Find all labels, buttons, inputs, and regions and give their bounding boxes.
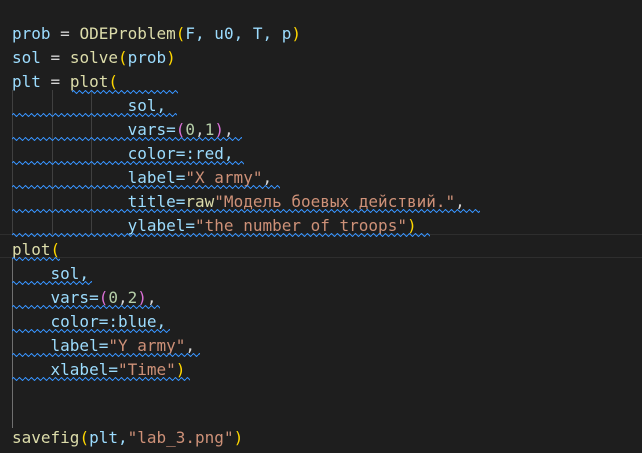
token-bracket: ( bbox=[175, 24, 186, 43]
token-variable: prob bbox=[12, 24, 51, 43]
token-args: prob bbox=[127, 48, 167, 67]
token-function: ODEProblem bbox=[79, 24, 176, 43]
code-line-1[interactable]: prob = ODEProblem(F, u0, T, p) bbox=[12, 22, 301, 46]
lint-squiggle bbox=[12, 113, 177, 117]
code-line-18[interactable]: savefig(plt,"lab_3.png") bbox=[12, 426, 243, 450]
token-bracket: ) bbox=[166, 48, 176, 67]
lint-squiggle bbox=[12, 377, 190, 381]
token-function: plot bbox=[69, 72, 109, 91]
token-args: plt, bbox=[89, 428, 128, 447]
token-bracket: ( bbox=[117, 48, 128, 67]
token-bracket: ) bbox=[291, 24, 302, 43]
token-bracket: ( bbox=[108, 72, 118, 91]
lint-squiggle bbox=[12, 137, 242, 141]
token-operator: = bbox=[40, 48, 70, 67]
token-bracket: ) bbox=[233, 428, 244, 447]
token-function: solve bbox=[69, 48, 118, 67]
lint-squiggle bbox=[12, 185, 280, 189]
token-function: savefig bbox=[12, 428, 80, 447]
lint-squiggle bbox=[12, 161, 244, 165]
lint-squiggle bbox=[12, 281, 92, 285]
token-operator: = bbox=[50, 24, 80, 43]
code-line-2[interactable]: sol = solve(prob) bbox=[12, 46, 176, 70]
token-variable: plt bbox=[12, 72, 41, 91]
code-editor[interactable]: prob = ODEProblem(F, u0, T, p) sol = sol… bbox=[0, 0, 642, 453]
lint-squiggle bbox=[12, 257, 60, 261]
lint-squiggle bbox=[12, 305, 160, 309]
token-bracket: ( bbox=[79, 428, 90, 447]
lint-squiggle bbox=[12, 353, 200, 357]
lint-squiggle bbox=[12, 329, 170, 333]
token-variable: sol bbox=[12, 48, 41, 67]
token-operator: = bbox=[40, 72, 70, 91]
token-string: "lab_3.png" bbox=[127, 428, 234, 447]
token-args: F, u0, T, p bbox=[185, 24, 292, 43]
lint-squiggle bbox=[12, 233, 430, 237]
lint-squiggle bbox=[12, 209, 480, 213]
